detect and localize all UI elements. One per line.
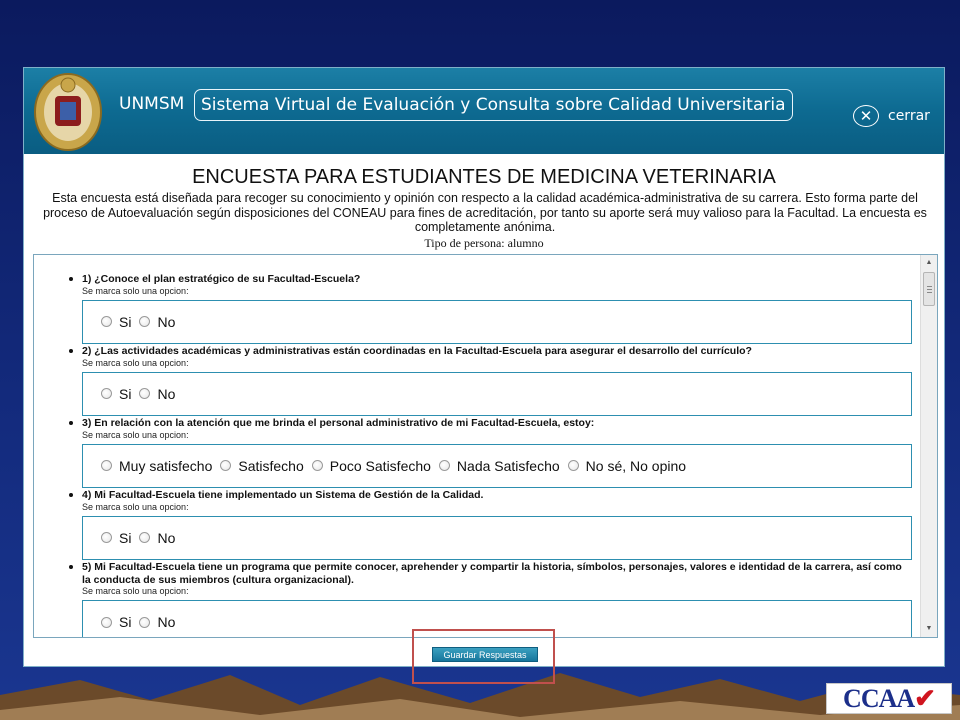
close-button[interactable]: ✕ cerrar bbox=[853, 105, 930, 129]
radio-option[interactable]: Nada Satisfecho bbox=[438, 457, 560, 474]
close-label: cerrar bbox=[888, 108, 930, 124]
question-text: 4) Mi Facultad-Escuela tiene implementad… bbox=[69, 489, 912, 502]
options-box: Si No bbox=[82, 515, 912, 560]
radio-button[interactable] bbox=[139, 388, 151, 399]
radio-label: No bbox=[157, 529, 176, 546]
radio-label: No sé, No opino bbox=[585, 457, 687, 474]
radio-label: Nada Satisfecho bbox=[456, 457, 560, 474]
radio-button[interactable] bbox=[101, 316, 112, 327]
radio-label: Satisfecho bbox=[238, 457, 304, 474]
ccaa-logo: CCAA✔ bbox=[826, 683, 952, 714]
radio-button[interactable] bbox=[438, 460, 450, 471]
question-text: 5) Mi Facultad-Escuela tiene un programa… bbox=[69, 561, 912, 586]
options-box: Si No bbox=[82, 371, 912, 416]
radio-button[interactable] bbox=[101, 388, 112, 399]
brand-label: UNMSM bbox=[119, 94, 185, 114]
header-bar: UNMSM Sistema Virtual de Evaluación y Co… bbox=[24, 68, 944, 154]
radio-button[interactable] bbox=[139, 316, 151, 327]
scrollbar-thumb[interactable] bbox=[923, 272, 935, 306]
radio-label: Si bbox=[119, 529, 132, 546]
radio-label: Si bbox=[119, 313, 132, 330]
question-text: 2) ¿Las actividades académicas y adminis… bbox=[69, 345, 912, 358]
radio-button[interactable] bbox=[139, 532, 151, 543]
vertical-scrollbar[interactable]: ▲ ▼ bbox=[920, 255, 937, 637]
survey-intro: Esta encuesta está diseñada para recoger… bbox=[43, 191, 927, 234]
question-item: 1) ¿Conoce el plan estratégico de su Fac… bbox=[69, 273, 912, 344]
question-hint: Se marca solo una opcion: bbox=[82, 357, 189, 368]
options-box: Muy satisfecho Satisfecho Poco Satisfecho N… bbox=[82, 443, 912, 488]
radio-label: Si bbox=[119, 614, 132, 630]
radio-option[interactable]: No bbox=[139, 530, 175, 546]
radio-option[interactable]: No sé, No opino bbox=[567, 457, 687, 474]
question-item: 4) Mi Facultad-Escuela tiene implementad… bbox=[69, 489, 912, 560]
scroll-down-icon[interactable]: ▼ bbox=[921, 621, 937, 637]
radio-label: Si bbox=[119, 385, 132, 402]
radio-button[interactable] bbox=[101, 460, 112, 471]
options-box: Si No bbox=[82, 299, 912, 344]
question-item: 2) ¿Las actividades académicas y adminis… bbox=[69, 345, 912, 416]
radio-button[interactable] bbox=[139, 616, 151, 628]
radio-button[interactable] bbox=[101, 532, 112, 543]
radio-option[interactable]: Satisfecho bbox=[220, 457, 304, 474]
radio-option[interactable]: No bbox=[139, 314, 175, 330]
close-icon: ✕ bbox=[853, 105, 879, 127]
question-text: 1) ¿Conoce el plan estratégico de su Fac… bbox=[69, 273, 912, 286]
questions-scroll-area[interactable]: 1) ¿Conoce el plan estratégico de su Fac… bbox=[33, 254, 938, 638]
radio-button[interactable] bbox=[567, 460, 579, 471]
radio-button[interactable] bbox=[220, 460, 232, 471]
radio-label: No bbox=[157, 385, 176, 402]
checkmark-icon: ✔ bbox=[914, 684, 936, 713]
system-title: Sistema Virtual de Evaluación y Consulta… bbox=[194, 89, 793, 121]
survey-title: ENCUESTA PARA ESTUDIANTES DE MEDICINA VE… bbox=[192, 166, 776, 188]
radio-button[interactable] bbox=[311, 460, 323, 471]
question-hint: Se marca solo una opcion: bbox=[82, 586, 189, 596]
radio-option[interactable]: Muy satisfecho bbox=[101, 458, 212, 474]
radio-option[interactable]: No bbox=[139, 614, 175, 630]
scroll-up-icon[interactable]: ▲ bbox=[921, 255, 937, 271]
radio-label: Poco Satisfecho bbox=[329, 457, 431, 474]
survey-window: UNMSM Sistema Virtual de Evaluación y Co… bbox=[23, 67, 945, 667]
radio-label: No bbox=[157, 614, 176, 630]
radio-label: No bbox=[157, 313, 176, 330]
question-item: 5) Mi Facultad-Escuela tiene un programa… bbox=[69, 561, 912, 637]
logo-text: CCAA bbox=[843, 684, 915, 713]
radio-option[interactable]: Si bbox=[101, 530, 131, 546]
radio-option[interactable]: Poco Satisfecho bbox=[311, 457, 431, 474]
question-hint: Se marca solo una opcion: bbox=[82, 285, 189, 296]
person-type: Tipo de persona: alumno bbox=[424, 236, 544, 250]
radio-option[interactable]: Si bbox=[101, 386, 131, 402]
radio-label: Muy satisfecho bbox=[119, 457, 213, 474]
question-hint: Se marca solo una opcion: bbox=[82, 429, 189, 440]
radio-option[interactable]: No bbox=[139, 386, 175, 402]
question-hint: Se marca solo una opcion: bbox=[82, 501, 189, 512]
radio-button[interactable] bbox=[101, 616, 112, 628]
radio-option[interactable]: Si bbox=[101, 614, 131, 630]
university-crest-icon bbox=[34, 73, 102, 151]
radio-option[interactable]: Si bbox=[101, 314, 131, 330]
question-item: 3) En relación con la atención que me br… bbox=[69, 417, 912, 488]
highlight-box bbox=[412, 629, 555, 684]
question-text: 3) En relación con la atención que me br… bbox=[69, 417, 912, 430]
